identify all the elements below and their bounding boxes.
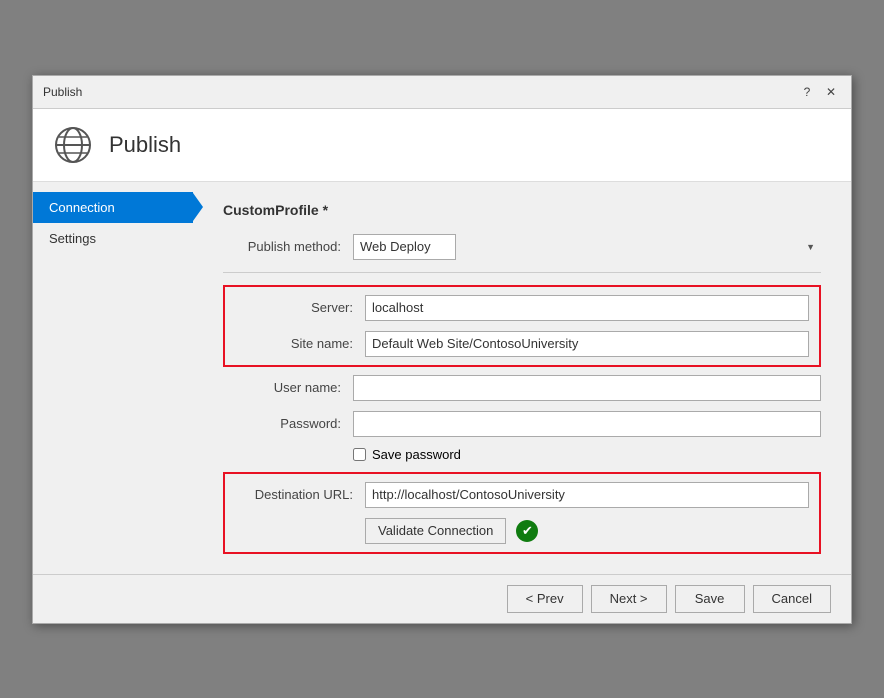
server-sitename-box: Server: Site name:	[223, 285, 821, 367]
sidebar: Connection Settings	[33, 182, 193, 574]
sidebar-item-settings[interactable]: Settings	[33, 223, 193, 254]
site-name-row: Site name:	[235, 331, 809, 357]
sidebar-item-connection[interactable]: Connection	[33, 192, 193, 223]
server-input[interactable]	[365, 295, 809, 321]
destination-url-label: Destination URL:	[235, 487, 365, 502]
password-input[interactable]	[353, 411, 821, 437]
password-row: Password:	[223, 411, 821, 437]
save-password-row: Save password	[223, 447, 821, 462]
site-name-input[interactable]	[365, 331, 809, 357]
destination-url-input[interactable]	[365, 482, 809, 508]
publish-method-select-wrapper: Web Deploy	[353, 234, 821, 260]
dialog-title: Publish	[109, 132, 181, 158]
username-label: User name:	[223, 380, 353, 395]
publish-method-label: Publish method:	[223, 239, 353, 254]
title-bar: Publish ? ✕	[33, 76, 851, 109]
main-content: CustomProfile * Publish method: Web Depl…	[193, 182, 851, 574]
save-password-label[interactable]: Save password	[372, 447, 461, 462]
site-name-label: Site name:	[235, 336, 365, 351]
dialog-header: Publish	[33, 109, 851, 182]
help-button[interactable]: ?	[797, 82, 817, 102]
globe-icon	[53, 125, 93, 165]
prev-button[interactable]: < Prev	[507, 585, 583, 613]
publish-dialog: Publish ? ✕ Publish Connection Setting	[32, 75, 852, 624]
validate-connection-button[interactable]: Validate Connection	[365, 518, 506, 544]
save-password-checkbox[interactable]	[353, 448, 366, 461]
username-input[interactable]	[353, 375, 821, 401]
title-bar-text: Publish	[43, 85, 82, 99]
publish-method-select[interactable]: Web Deploy	[353, 234, 456, 260]
destination-validate-box: Destination URL: Validate Connection ✔	[223, 472, 821, 554]
dialog-body: Connection Settings CustomProfile * Publ…	[33, 182, 851, 574]
save-button[interactable]: Save	[675, 585, 745, 613]
close-button[interactable]: ✕	[821, 82, 841, 102]
username-row: User name:	[223, 375, 821, 401]
validate-success-icon: ✔	[516, 520, 538, 542]
destination-url-row: Destination URL:	[235, 482, 809, 508]
dialog-footer: < Prev Next > Save Cancel	[33, 574, 851, 623]
title-bar-controls: ? ✕	[797, 82, 841, 102]
separator-1	[223, 272, 821, 273]
server-row: Server:	[235, 295, 809, 321]
server-label: Server:	[235, 300, 365, 315]
publish-method-row: Publish method: Web Deploy	[223, 234, 821, 260]
password-label: Password:	[223, 416, 353, 431]
validate-row: Validate Connection ✔	[235, 518, 809, 544]
next-button[interactable]: Next >	[591, 585, 667, 613]
cancel-button[interactable]: Cancel	[753, 585, 831, 613]
section-title: CustomProfile *	[223, 202, 821, 218]
